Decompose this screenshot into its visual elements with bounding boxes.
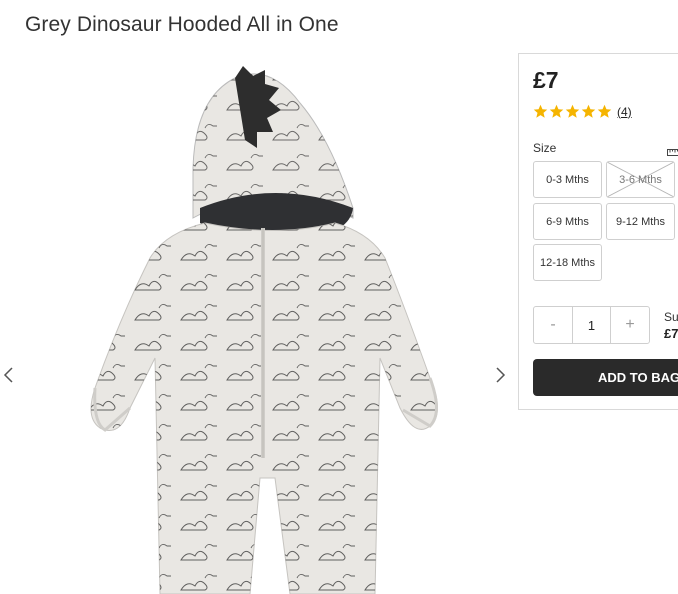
size-option-label: 9-12 Mths — [616, 215, 665, 228]
product-rating: (4) — [533, 104, 632, 119]
size-label: Size — [533, 141, 557, 155]
add-to-bag-label: ADD TO BAG — [598, 370, 678, 385]
size-option-label: 0-3 Mths — [546, 173, 589, 186]
size-option-6-9[interactable]: 6-9 Mths — [533, 203, 602, 240]
star-icon — [581, 104, 596, 118]
product-title: Grey Dinosaur Hooded All in One — [25, 13, 339, 36]
star-rating — [533, 104, 612, 119]
product-gallery — [0, 50, 515, 594]
size-option-0-3[interactable]: 0-3 Mths — [533, 161, 602, 198]
size-option-9-12[interactable]: 9-12 Mths — [606, 203, 675, 240]
review-count-link[interactable]: (4) — [617, 105, 632, 119]
quantity-decrement-button[interactable]: - — [534, 307, 572, 343]
quantity-stepper: - 1 + — [533, 306, 650, 344]
chevron-right-icon — [496, 367, 506, 383]
ruler-icon[interactable] — [667, 147, 678, 157]
chevron-left-icon — [3, 367, 13, 383]
size-option-label: 6-9 Mths — [546, 215, 589, 228]
subtotal-label: Su — [664, 310, 678, 324]
product-price: £7 — [533, 67, 559, 93]
star-icon — [549, 104, 564, 118]
size-option-12-18[interactable]: 12-18 Mths — [533, 244, 602, 281]
size-option-label: 3-6 Mths — [619, 173, 662, 186]
add-to-bag-button[interactable]: ADD TO BAG — [533, 359, 678, 396]
star-icon — [533, 104, 548, 118]
size-option-label: 12-18 Mths — [539, 256, 596, 269]
gallery-next-button[interactable] — [490, 360, 510, 390]
product-image — [90, 66, 438, 594]
star-icon — [565, 104, 580, 118]
purchase-panel: £7 (4) Size 0-3 Mths 3-6 Mths 6-9 Mths 9… — [518, 53, 678, 410]
size-option-3-6[interactable]: 3-6 Mths — [606, 161, 675, 198]
star-icon — [597, 104, 612, 118]
gallery-prev-button[interactable] — [0, 360, 20, 390]
subtotal-value: £7 — [664, 326, 678, 341]
quantity-input[interactable]: 1 — [572, 307, 611, 343]
quantity-increment-button[interactable]: + — [611, 307, 649, 343]
